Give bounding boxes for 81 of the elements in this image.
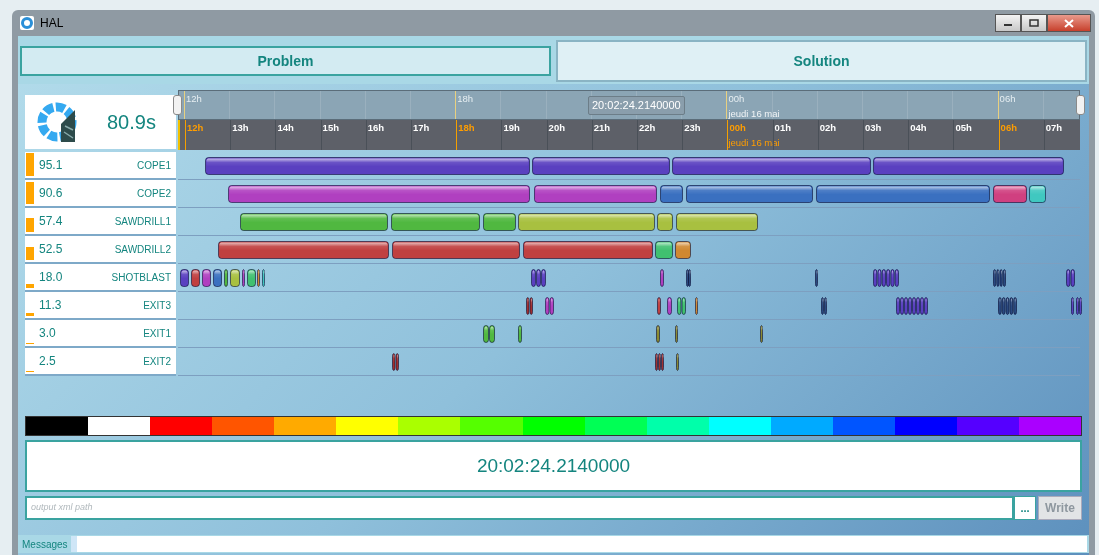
app-icon — [20, 16, 34, 30]
elapsed-time: 80.9s — [107, 110, 156, 135]
hour-label: 15h — [322, 121, 339, 135]
hour-label: 00h — [728, 92, 745, 106]
color-swatch[interactable] — [26, 417, 89, 435]
utilization-value: 18.0 — [39, 269, 63, 286]
hour-label: 17h — [413, 121, 430, 135]
resource-name: SAWDRILL1 — [114, 214, 171, 229]
resource-name: EXIT2 — [143, 354, 171, 369]
messages-label: Messages — [22, 537, 68, 552]
hour-label: 13h — [232, 121, 249, 135]
utilization-value: 95.1 — [39, 157, 63, 174]
hour-label: 14h — [277, 121, 294, 135]
color-swatch[interactable] — [336, 417, 399, 435]
resource-name: EXIT3 — [143, 298, 171, 313]
color-swatch[interactable] — [708, 417, 771, 435]
utilization-bar — [26, 182, 34, 204]
hour-label: 04h — [910, 121, 927, 135]
range-handle[interactable] — [173, 95, 182, 115]
utilization-value: 52.5 — [39, 241, 63, 258]
hour-label: 21h — [593, 121, 611, 135]
color-swatch[interactable] — [770, 417, 833, 435]
utilization-value: 90.6 — [39, 185, 63, 202]
cursor-time-tooltip: 20:02:24.2140000 — [588, 96, 685, 115]
hour-label: 23h — [684, 121, 701, 135]
utilization-bar — [26, 247, 34, 260]
range-handle[interactable] — [1076, 95, 1085, 115]
utilization-value: 57.4 — [39, 213, 63, 230]
color-swatch[interactable] — [88, 417, 151, 435]
hour-label: 22h — [639, 121, 656, 135]
close-button[interactable] — [1047, 14, 1091, 32]
color-swatch[interactable] — [212, 417, 275, 435]
color-swatch[interactable] — [150, 417, 213, 435]
hour-label: 16h — [367, 121, 385, 135]
color-swatch[interactable] — [584, 417, 647, 435]
hour-label: 19h — [503, 121, 520, 135]
color-swatch[interactable] — [274, 417, 337, 435]
hour-label: 02h — [819, 121, 837, 135]
utilization-bar — [26, 283, 34, 288]
resource-name: COPE1 — [137, 158, 171, 173]
color-swatch[interactable] — [894, 417, 957, 435]
hour-label: 05h — [955, 121, 972, 135]
color-swatch[interactable] — [398, 417, 461, 435]
hour-label: 00h — [729, 121, 746, 135]
color-swatch[interactable] — [522, 417, 585, 435]
hour-label: 07h — [1045, 121, 1063, 135]
color-swatch[interactable] — [1019, 417, 1082, 435]
hour-label: 18h — [457, 92, 474, 106]
time-display: 20:02:24.2140000 — [25, 440, 1082, 492]
resource-name: EXIT1 — [143, 326, 171, 341]
date-label: jeudi 16 mai — [728, 107, 780, 121]
maximize-button[interactable] — [1021, 14, 1047, 32]
utilization-value: 11.3 — [39, 297, 62, 314]
utilization-value: 3.0 — [39, 325, 56, 342]
minimize-button[interactable] — [995, 14, 1021, 32]
hour-label: 01h — [774, 121, 791, 135]
utilization-bar — [26, 153, 34, 176]
resource-name: SHOTBLAST — [111, 270, 171, 285]
hour-label: 06h — [999, 92, 1016, 106]
hour-label: 12h — [186, 92, 202, 106]
hour-label: 06h — [1000, 121, 1017, 135]
tab[interactable]: Solution — [556, 40, 1087, 82]
color-swatch[interactable] — [832, 417, 895, 435]
utilization-value: 2.5 — [39, 353, 56, 370]
hour-label: 18h — [458, 121, 475, 135]
hour-label: 12h — [187, 121, 204, 135]
browse-button[interactable]: ... — [1014, 496, 1036, 520]
maximize-icon — [1029, 19, 1039, 27]
close-icon — [1064, 18, 1074, 28]
resource-name: COPE2 — [137, 186, 171, 201]
color-swatch[interactable] — [646, 417, 709, 435]
hour-label: 03h — [865, 121, 882, 135]
tab[interactable]: Problem — [20, 46, 551, 76]
utilization-bar — [26, 313, 34, 316]
color-swatch[interactable] — [956, 417, 1019, 435]
color-swatch[interactable] — [460, 417, 523, 435]
hour-label: 20h — [548, 121, 565, 135]
output-path-field[interactable]: output xml path — [25, 496, 1014, 520]
resource-name: SAWDRILL2 — [114, 242, 171, 257]
window-title: HAL — [40, 15, 64, 32]
utilization-bar — [26, 218, 34, 232]
